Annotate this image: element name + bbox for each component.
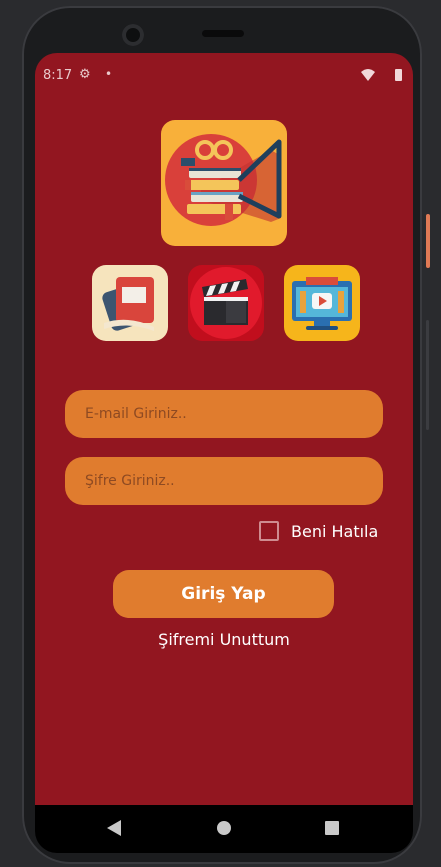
- clapperboard-icon[interactable]: [188, 265, 264, 341]
- tv-video-icon[interactable]: [284, 265, 360, 341]
- book-icon[interactable]: [92, 265, 168, 341]
- login-button[interactable]: Giriş Yap: [113, 570, 334, 618]
- email-input[interactable]: [65, 390, 383, 438]
- wifi-icon: [361, 69, 375, 81]
- volume-button: [426, 320, 429, 430]
- battery-icon: [395, 69, 402, 81]
- books-projector-logo-icon: [165, 134, 282, 226]
- notification-dot-icon: •: [105, 67, 113, 81]
- power-button: [426, 214, 430, 268]
- forgot-password-link[interactable]: Şifremi Unuttum: [35, 630, 413, 649]
- navigation-bar: [35, 805, 413, 853]
- status-time: 8:17: [43, 68, 73, 83]
- app-screen: 8:17 ⚙ • E-mail Giriniz.. Beni Hatıla Gi…: [35, 53, 413, 805]
- remember-label: Beni Hatıla: [291, 522, 379, 541]
- back-icon[interactable]: [107, 820, 121, 836]
- password-input[interactable]: [65, 457, 383, 505]
- recent-apps-icon[interactable]: [325, 821, 339, 835]
- gear-icon: ⚙: [79, 67, 91, 82]
- remember-checkbox[interactable]: [259, 521, 279, 541]
- front-camera: [122, 24, 144, 46]
- home-icon[interactable]: [217, 821, 231, 835]
- earpiece-speaker: [202, 30, 244, 37]
- password-field[interactable]: [65, 457, 383, 505]
- status-bar: 8:17 ⚙ •: [35, 53, 413, 95]
- email-field[interactable]: [65, 390, 383, 438]
- app-logo: [161, 120, 287, 246]
